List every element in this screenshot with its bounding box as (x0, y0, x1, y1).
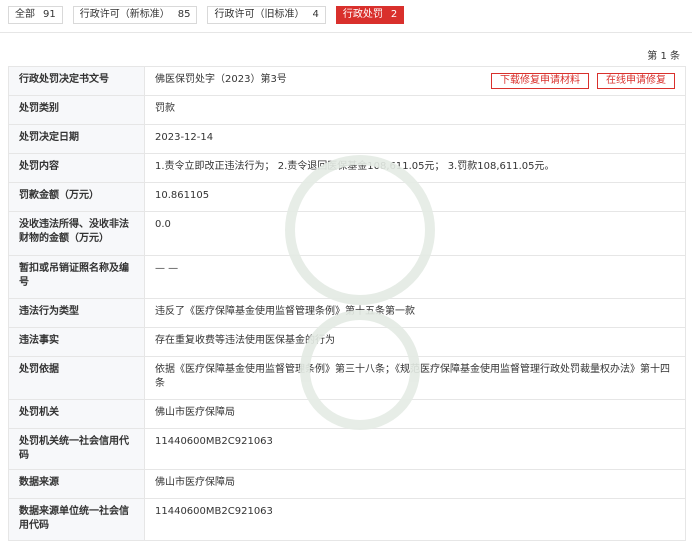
row-value: 10.861105 (144, 182, 686, 212)
row-label: 处罚内容 (8, 153, 145, 183)
tab-license-old[interactable]: 行政许可（旧标准） 4 (207, 6, 326, 24)
table-row: 没收违法所得、没收非法财物的金额（万元） 0.0 (8, 211, 686, 256)
table-row: 数据来源单位统一社会信用代码 11440600MB2C921063 (8, 498, 686, 541)
table-row: 行政处罚决定书文号 佛医保罚处字（2023）第3号 下载修复申请材料 在线申请修复 (8, 66, 686, 96)
row-label: 违法事实 (8, 327, 145, 357)
row-value: 违反了《医疗保障基金使用监督管理条例》第十五条第一款 (144, 298, 686, 328)
row-label: 违法行为类型 (8, 298, 145, 328)
download-repair-materials-button[interactable]: 下载修复申请材料 (491, 73, 589, 89)
row-label: 处罚决定日期 (8, 124, 145, 154)
row-label: 没收违法所得、没收非法财物的金额（万元） (8, 211, 145, 256)
row-label: 行政处罚决定书文号 (8, 66, 145, 96)
row-value: 佛山市医疗保障局 (144, 399, 686, 429)
row-label: 处罚类别 (8, 95, 145, 125)
row-value: 0.0 (144, 211, 686, 256)
row-label: 处罚依据 (8, 356, 145, 400)
divider (0, 32, 692, 33)
tab-label: 行政许可（新标准） (79, 9, 170, 20)
tab-count: 91 (43, 9, 56, 20)
penalty-detail-table: 行政处罚决定书文号 佛医保罚处字（2023）第3号 下载修复申请材料 在线申请修复… (8, 66, 686, 541)
row-value: 11440600MB2C921063 (144, 428, 686, 470)
online-repair-apply-button[interactable]: 在线申请修复 (597, 73, 675, 89)
tab-all[interactable]: 全部 91 (8, 6, 63, 24)
tab-label: 行政处罚 (342, 9, 383, 20)
row-value: 佛山市医疗保障局 (144, 469, 686, 499)
table-row: 处罚类别 罚款 (8, 95, 686, 125)
tab-count: 2 (390, 9, 398, 20)
table-row: 违法行为类型 违反了《医疗保障基金使用监督管理条例》第十五条第一款 (8, 298, 686, 328)
table-row: 处罚机关统一社会信用代码 11440600MB2C921063 (8, 428, 686, 470)
row-label: 数据来源 (8, 469, 145, 499)
row-label: 数据来源单位统一社会信用代码 (8, 498, 145, 541)
table-row: 暂扣或吊销证照名称及编号 — — (8, 255, 686, 299)
table-row: 处罚决定日期 2023-12-14 (8, 124, 686, 154)
row-label: 处罚机关 (8, 399, 145, 429)
row-value: 存在重复收费等违法使用医保基金的行为 (144, 327, 686, 357)
row-value: 罚款 (144, 95, 686, 125)
row-label: 处罚机关统一社会信用代码 (8, 428, 145, 470)
table-row: 数据来源 佛山市医疗保障局 (8, 469, 686, 499)
tab-count: 85 (177, 9, 191, 20)
row-value: 依据《医疗保障基金使用监督管理条例》第三十八条；《规范医疗保障基金使用监督管理行… (144, 356, 686, 400)
row-value: 2023-12-14 (144, 124, 686, 154)
row-label: 暂扣或吊销证照名称及编号 (8, 255, 145, 299)
row-value: — — (144, 255, 686, 299)
table-row: 罚款金额（万元） 10.861105 (8, 182, 686, 212)
table-row: 处罚依据 依据《医疗保障基金使用监督管理条例》第三十八条；《规范医疗保障基金使用… (8, 356, 686, 400)
action-buttons: 下载修复申请材料 在线申请修复 (483, 73, 675, 89)
tab-count: 4 (312, 9, 319, 20)
row-label: 罚款金额（万元） (8, 182, 145, 212)
record-count: 第 1 条 (647, 51, 680, 62)
tab-license-new[interactable]: 行政许可（新标准） 85 (72, 6, 198, 24)
table-row: 处罚内容 1.责令立即改正违法行为； 2.责令退回医保基金108,611.05元… (8, 153, 686, 183)
tab-label: 行政许可（旧标准） (214, 9, 305, 20)
table-row: 处罚机关 佛山市医疗保障局 (8, 399, 686, 429)
row-value-cell: 佛医保罚处字（2023）第3号 下载修复申请材料 在线申请修复 (144, 66, 686, 96)
table-row: 违法事实 存在重复收费等违法使用医保基金的行为 (8, 327, 686, 357)
row-value: 1.责令立即改正违法行为； 2.责令退回医保基金108,611.05元； 3.罚… (144, 153, 686, 183)
tab-label: 全部 (15, 9, 35, 20)
row-value: 佛医保罚处字（2023）第3号 (155, 74, 287, 85)
row-value: 11440600MB2C921063 (144, 498, 686, 541)
filter-tabs: 全部 91 行政许可（新标准） 85 行政许可（旧标准） 4 行政处罚 2 (8, 6, 414, 24)
tab-penalty[interactable]: 行政处罚 2 (335, 6, 405, 24)
